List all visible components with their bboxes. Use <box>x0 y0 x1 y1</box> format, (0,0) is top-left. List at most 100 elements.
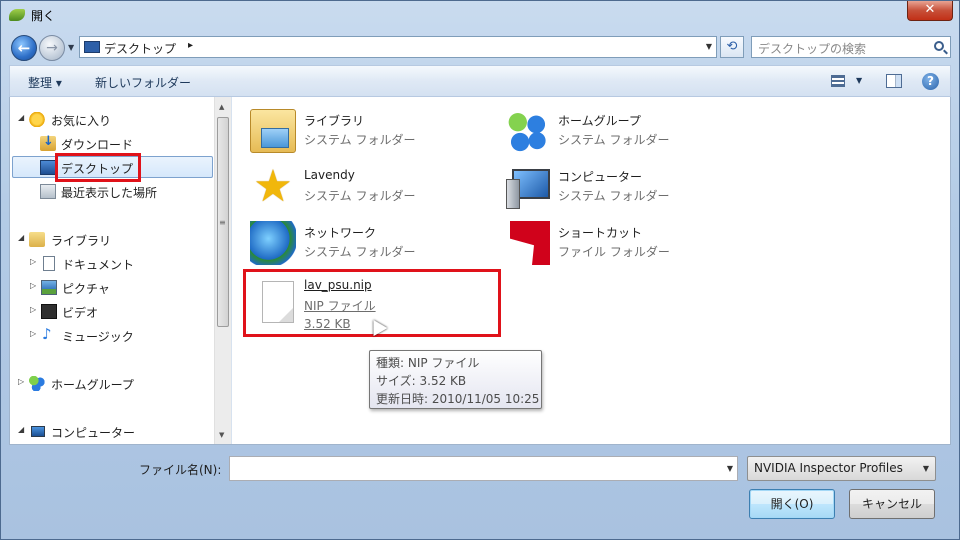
file-item-shortcut[interactable]: ショートカット ファイル フォルダー <box>504 219 744 271</box>
title-bar: 開く ✕ <box>1 1 959 31</box>
preview-pane-icon[interactable] <box>886 74 902 88</box>
expand-arrow-icon[interactable]: ▷ <box>30 329 36 338</box>
file-type: ファイル フォルダー <box>558 245 670 259</box>
user-star-icon: ★ <box>253 161 293 212</box>
nav-label: ホームグループ <box>51 378 134 392</box>
desktop-icon <box>84 41 100 53</box>
file-type: システム フォルダー <box>304 133 416 147</box>
file-type-value: NVIDIA Inspector Profiles <box>754 461 903 475</box>
computer-icon <box>504 165 550 209</box>
file-type: システム フォルダー <box>304 189 416 203</box>
scroll-up-icon[interactable]: ▲ <box>219 103 224 111</box>
open-button[interactable]: 開く(O) <box>749 489 835 519</box>
highlight-box-desktop <box>55 153 141 182</box>
tooltip-date: 更新日時: 2010/11/05 10:25 <box>376 392 540 406</box>
filename-label: ファイル名(N): <box>139 463 222 477</box>
file-type: システム フォルダー <box>558 133 670 147</box>
file-item-user-folder[interactable]: ★ Lavendy システム フォルダー <box>250 163 490 215</box>
downloads-icon <box>40 134 56 151</box>
help-icon[interactable]: ? <box>922 73 939 90</box>
mouse-cursor-icon <box>369 319 385 341</box>
view-options-icon[interactable] <box>831 75 845 87</box>
expand-arrow-icon[interactable]: ▷ <box>30 281 36 290</box>
search-input[interactable]: デスクトップの検索 <box>751 36 951 58</box>
nav-libraries[interactable]: ◢ ライブラリ <box>18 229 208 251</box>
library-icon <box>29 232 45 247</box>
organize-button[interactable]: 整理 ▾ <box>28 74 62 91</box>
nav-downloads[interactable]: ダウンロード <box>36 133 206 155</box>
nav-pictures[interactable]: ▷ ピクチャ <box>30 277 206 299</box>
nav-label: お気に入り <box>51 114 112 128</box>
file-name: ホームグループ <box>558 114 641 128</box>
expand-arrow-icon[interactable]: ▷ <box>30 257 36 266</box>
open-file-dialog: 開く ✕ ← → ▼ デスクトップ ▸ ▼ ⟲ デスクトップの検索 整理 ▾ 新… <box>0 0 960 540</box>
collapse-arrow-icon[interactable]: ◢ <box>18 113 24 122</box>
nav-label: コンピューター <box>51 426 136 440</box>
scrollbar-grip-icon: ≡ <box>219 218 226 227</box>
homegroup-icon <box>29 376 45 391</box>
file-type: システム フォルダー <box>304 245 416 259</box>
file-name: ライブラリ <box>304 114 365 128</box>
address-bar[interactable]: デスクトップ ▸ ▼ <box>79 36 717 58</box>
file-item-network[interactable]: ネットワーク システム フォルダー <box>250 219 490 271</box>
desktop-icon <box>40 160 56 175</box>
breadcrumb-chevron-icon[interactable]: ▸ <box>188 40 193 51</box>
star-icon <box>29 112 45 127</box>
file-type: システム フォルダー <box>558 189 670 203</box>
nav-label: 最近表示した場所 <box>61 186 158 200</box>
pictures-icon <box>41 280 57 295</box>
file-item-homegroup[interactable]: ホームグループ システム フォルダー <box>504 107 744 159</box>
nav-music[interactable]: ▷ ♪ ミュージック <box>30 325 206 347</box>
forward-button[interactable]: → <box>39 35 65 61</box>
nav-label: ドキュメント <box>62 258 135 272</box>
nav-videos[interactable]: ▷ ビデオ <box>30 301 206 323</box>
expand-arrow-icon[interactable]: ▷ <box>30 305 36 314</box>
nav-documents[interactable]: ▷ ドキュメント <box>30 253 206 275</box>
cancel-button[interactable]: キャンセル <box>849 489 935 519</box>
nav-recent-places[interactable]: 最近表示した場所 <box>36 181 206 203</box>
filename-dropdown-icon[interactable]: ▼ <box>727 464 733 473</box>
new-folder-button[interactable]: 新しいフォルダー <box>95 74 191 91</box>
nav-computer[interactable]: ◢ コンピューター <box>18 421 208 443</box>
collapse-arrow-icon[interactable]: ◢ <box>18 233 24 242</box>
file-info-tooltip: 種類: NIP ファイル サイズ: 3.52 KB 更新日時: 2010/11/… <box>369 350 542 409</box>
music-note-icon: ♪ <box>42 325 52 343</box>
chevron-down-icon[interactable]: ▼ <box>923 464 929 473</box>
file-name: ネットワーク <box>304 226 377 240</box>
search-placeholder: デスクトップの検索 <box>758 42 867 56</box>
library-icon <box>250 109 296 153</box>
close-button[interactable]: ✕ <box>907 1 953 21</box>
nvidia-app-icon <box>9 9 25 21</box>
nav-homegroup[interactable]: ▷ ホームグループ <box>18 373 208 395</box>
file-name: ショートカット <box>558 226 643 240</box>
file-type-select[interactable]: NVIDIA Inspector Profiles ▼ <box>747 456 936 481</box>
scroll-down-icon[interactable]: ▼ <box>219 431 224 439</box>
back-button[interactable]: ← <box>11 35 37 61</box>
documents-icon <box>43 256 55 271</box>
nav-label: ダウンロード <box>61 138 134 152</box>
tooltip-size: サイズ: 3.52 KB <box>376 374 467 388</box>
nav-label: ライブラリ <box>51 234 112 248</box>
homegroup-icon <box>504 109 550 153</box>
refresh-button[interactable]: ⟲ <box>720 36 744 58</box>
filename-field[interactable]: ▼ <box>229 456 738 481</box>
address-dropdown-icon[interactable]: ▼ <box>706 42 712 51</box>
navigation-pane: ◢ お気に入り ダウンロード デスクトップ 最近表示した場所 ◢ ライブラリ <box>10 97 232 444</box>
file-item-computer[interactable]: コンピューター システム フォルダー <box>504 163 744 215</box>
shortcut-icon <box>510 221 550 265</box>
nav-scrollbar[interactable]: ▲ ≡ ▼ <box>214 97 231 444</box>
nav-favorites[interactable]: ◢ お気に入り <box>18 109 208 131</box>
collapse-arrow-icon[interactable]: ◢ <box>18 425 24 434</box>
view-dropdown-icon[interactable]: ▼ <box>856 76 862 85</box>
address-location[interactable]: デスクトップ <box>104 40 176 57</box>
recent-pages-dropdown-icon[interactable]: ▼ <box>68 43 74 52</box>
file-item-library[interactable]: ライブラリ システム フォルダー <box>250 107 490 159</box>
file-name: Lavendy <box>304 168 355 182</box>
expand-arrow-icon[interactable]: ▷ <box>18 377 24 386</box>
network-globe-icon <box>250 221 296 265</box>
command-bar: 整理 ▾ 新しいフォルダー ▼ ? <box>9 65 951 97</box>
search-icon[interactable] <box>934 41 944 51</box>
recent-places-icon <box>40 184 56 199</box>
videos-icon <box>41 304 57 319</box>
nav-label: ピクチャ <box>62 282 110 296</box>
